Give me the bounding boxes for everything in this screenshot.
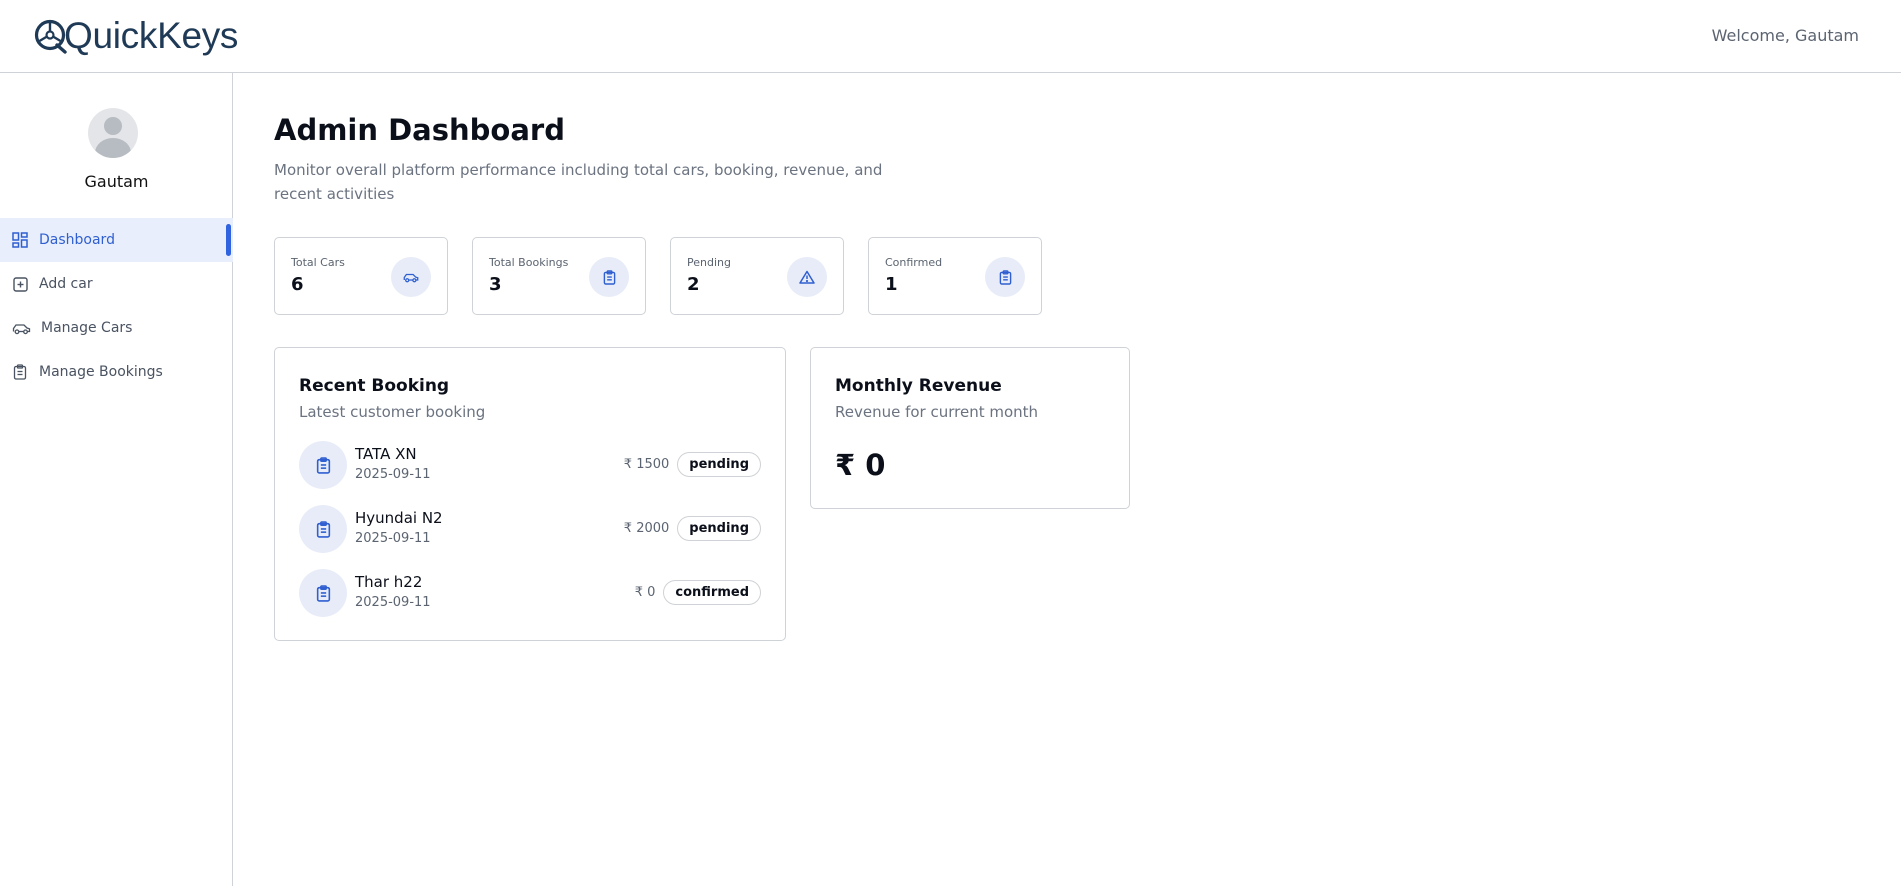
booking-price: ₹ 1500	[623, 457, 670, 472]
wheel-logo-icon	[34, 19, 67, 54]
dashboard-icon	[11, 231, 29, 249]
sidebar-item-manage-bookings[interactable]: Manage Bookings	[0, 350, 233, 394]
booking-car-name: Hyundai N2	[355, 509, 443, 527]
stat-value: 3	[489, 274, 502, 295]
clipboard-icon	[985, 257, 1025, 297]
booking-car-name: Thar h22	[355, 573, 423, 591]
sidebar-item-dashboard[interactable]: Dashboard	[0, 218, 233, 262]
logo[interactable]: QuickKeys	[34, 15, 239, 56]
list-item[interactable]: TATA XN 2025-09-11 ₹ 1500 pending	[299, 441, 761, 489]
car-icon	[391, 257, 431, 297]
stat-card-total-bookings: Total Bookings 3	[472, 237, 646, 315]
clipboard-icon	[299, 441, 347, 489]
sidebar-item-manage-cars[interactable]: Manage Cars	[0, 306, 233, 350]
recent-booking-card: Recent Booking Latest customer booking T…	[274, 347, 786, 641]
car-icon	[11, 319, 31, 337]
stat-value: 1	[885, 274, 898, 295]
sidebar-item-label: Dashboard	[39, 232, 115, 248]
clipboard-icon	[589, 257, 629, 297]
booking-date: 2025-09-11	[355, 531, 431, 546]
monthly-revenue-card: Monthly Revenue Revenue for current mont…	[810, 347, 1130, 509]
sidebar-item-add-car[interactable]: Add car	[0, 262, 233, 306]
stat-value: 2	[687, 274, 700, 295]
booking-date: 2025-09-11	[355, 467, 431, 482]
list-item[interactable]: Hyundai N2 2025-09-11 ₹ 2000 pending	[299, 505, 761, 553]
card-subtitle: Revenue for current month	[835, 403, 1039, 421]
booking-price: ₹ 0	[634, 585, 656, 600]
card-subtitle: Latest customer booking	[299, 403, 486, 421]
status-badge: pending	[677, 452, 761, 477]
profile-name: Gautam	[84, 172, 149, 191]
sidebar-nav: Dashboard Add car Manage Cars Manage Boo…	[0, 218, 233, 394]
sidebar-item-label: Manage Cars	[41, 320, 133, 336]
stat-label: Total Cars	[291, 256, 345, 269]
stat-label: Total Bookings	[489, 256, 569, 269]
sidebar: Gautam Dashboard Add car Manage Cars Man…	[0, 73, 233, 886]
avatar-head	[104, 117, 122, 135]
sidebar-item-label: Manage Bookings	[39, 364, 163, 380]
list-item[interactable]: Thar h22 2025-09-11 ₹ 0 confirmed	[299, 569, 761, 617]
sidebar-item-label: Add car	[39, 276, 93, 292]
clipboard-icon	[299, 505, 347, 553]
welcome-text: Welcome, Gautam	[1711, 26, 1859, 45]
card-title: Monthly Revenue	[835, 376, 1002, 396]
stat-value: 6	[291, 274, 304, 295]
add-square-icon	[11, 275, 29, 293]
status-badge: confirmed	[663, 580, 761, 605]
stat-card-confirmed: Confirmed 1	[868, 237, 1042, 315]
booking-date: 2025-09-11	[355, 595, 431, 610]
card-title: Recent Booking	[299, 376, 450, 396]
clipboard-icon	[299, 569, 347, 617]
avatar-body	[95, 138, 131, 158]
logo-text: QuickKeys	[64, 15, 239, 56]
warning-icon	[787, 257, 827, 297]
stat-card-total-cars: Total Cars 6	[274, 237, 448, 315]
status-badge: pending	[677, 516, 761, 541]
page-subtitle: Monitor overall platform performance inc…	[274, 161, 883, 203]
revenue-value: ₹ 0	[835, 448, 886, 482]
stat-card-pending: Pending 2	[670, 237, 844, 315]
avatar[interactable]	[88, 108, 138, 158]
top-bar: QuickKeys Welcome, Gautam	[0, 0, 1901, 73]
stat-label: Pending	[687, 256, 731, 269]
clipboard-icon	[11, 363, 29, 381]
stat-label: Confirmed	[885, 256, 943, 269]
booking-car-name: TATA XN	[355, 445, 417, 463]
page-title: Admin Dashboard	[274, 113, 565, 147]
booking-price: ₹ 2000	[623, 521, 670, 536]
